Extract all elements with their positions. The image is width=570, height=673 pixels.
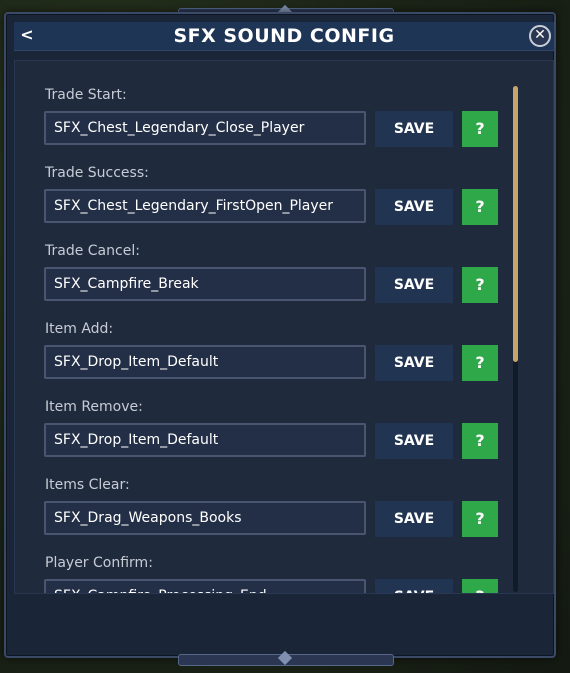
save-button[interactable]: SAVE: [375, 189, 453, 225]
sound-input[interactable]: SFX_Campfire_Break: [44, 267, 366, 301]
save-button[interactable]: SAVE: [375, 579, 453, 593]
help-button[interactable]: ?: [462, 501, 498, 537]
question-icon: ?: [475, 275, 485, 294]
scrollbar-track[interactable]: [513, 86, 518, 592]
entry-label: Item Remove:: [45, 399, 143, 415]
sound-input[interactable]: SFX_Drag_Weapons_Books: [44, 501, 366, 535]
entry-label: Items Clear:: [45, 477, 130, 493]
entry-label: Trade Success:: [45, 165, 149, 181]
save-button[interactable]: SAVE: [375, 111, 453, 147]
sound-input[interactable]: SFX_Chest_Legendary_Close_Player: [44, 111, 366, 145]
title-bar: < SFX SOUND CONFIG: [14, 22, 554, 51]
config-entry: Items Clear: SFX_Drag_Weapons_Books SAVE…: [44, 477, 504, 557]
question-icon: ?: [475, 431, 485, 450]
help-button[interactable]: ?: [462, 267, 498, 303]
question-icon: ?: [475, 509, 485, 528]
config-entry: Player Confirm: SFX_Campfire_Processing_…: [44, 555, 504, 593]
entry-label: Trade Start:: [45, 87, 127, 103]
question-icon: ?: [475, 587, 484, 593]
help-button[interactable]: ?: [462, 189, 498, 225]
question-icon: ?: [475, 353, 485, 372]
save-button[interactable]: SAVE: [375, 423, 453, 459]
save-button[interactable]: SAVE: [375, 345, 453, 381]
help-button[interactable]: ?: [462, 111, 498, 147]
entry-label: Player Confirm:: [45, 555, 153, 571]
config-entry: Item Remove: SFX_Drop_Item_Default SAVE …: [44, 399, 504, 479]
close-button[interactable]: ✕: [529, 25, 551, 47]
config-list-viewport: Trade Start: SFX_Chest_Legendary_Close_P…: [15, 61, 509, 593]
save-button[interactable]: SAVE: [375, 267, 453, 303]
help-button[interactable]: ?: [462, 423, 498, 459]
save-button[interactable]: SAVE: [375, 501, 453, 537]
sound-input[interactable]: SFX_Campfire_Processing_End: [44, 579, 366, 593]
config-entry: Trade Start: SFX_Chest_Legendary_Close_P…: [44, 87, 504, 167]
config-entry: Trade Success: SFX_Chest_Legendary_First…: [44, 165, 504, 245]
sound-input[interactable]: SFX_Drop_Item_Default: [44, 345, 366, 379]
entry-label: Item Add:: [45, 321, 114, 337]
question-icon: ?: [475, 119, 485, 138]
help-button[interactable]: ?: [462, 579, 498, 593]
config-entry: Item Add: SFX_Drop_Item_Default SAVE ?: [44, 321, 504, 401]
entry-label: Trade Cancel:: [45, 243, 140, 259]
scrollbar-thumb[interactable]: [513, 86, 518, 362]
bottom-ornament: [178, 654, 394, 666]
help-button[interactable]: ?: [462, 345, 498, 381]
config-entry: Trade Cancel: SFX_Campfire_Break SAVE ?: [44, 243, 504, 323]
close-icon: ✕: [534, 27, 546, 43]
sound-input[interactable]: SFX_Drop_Item_Default: [44, 423, 366, 457]
question-icon: ?: [475, 197, 485, 216]
sound-input[interactable]: SFX_Chest_Legendary_FirstOpen_Player: [44, 189, 366, 223]
config-list: Trade Start: SFX_Chest_Legendary_Close_P…: [14, 60, 554, 594]
page-title: SFX SOUND CONFIG: [173, 25, 395, 47]
